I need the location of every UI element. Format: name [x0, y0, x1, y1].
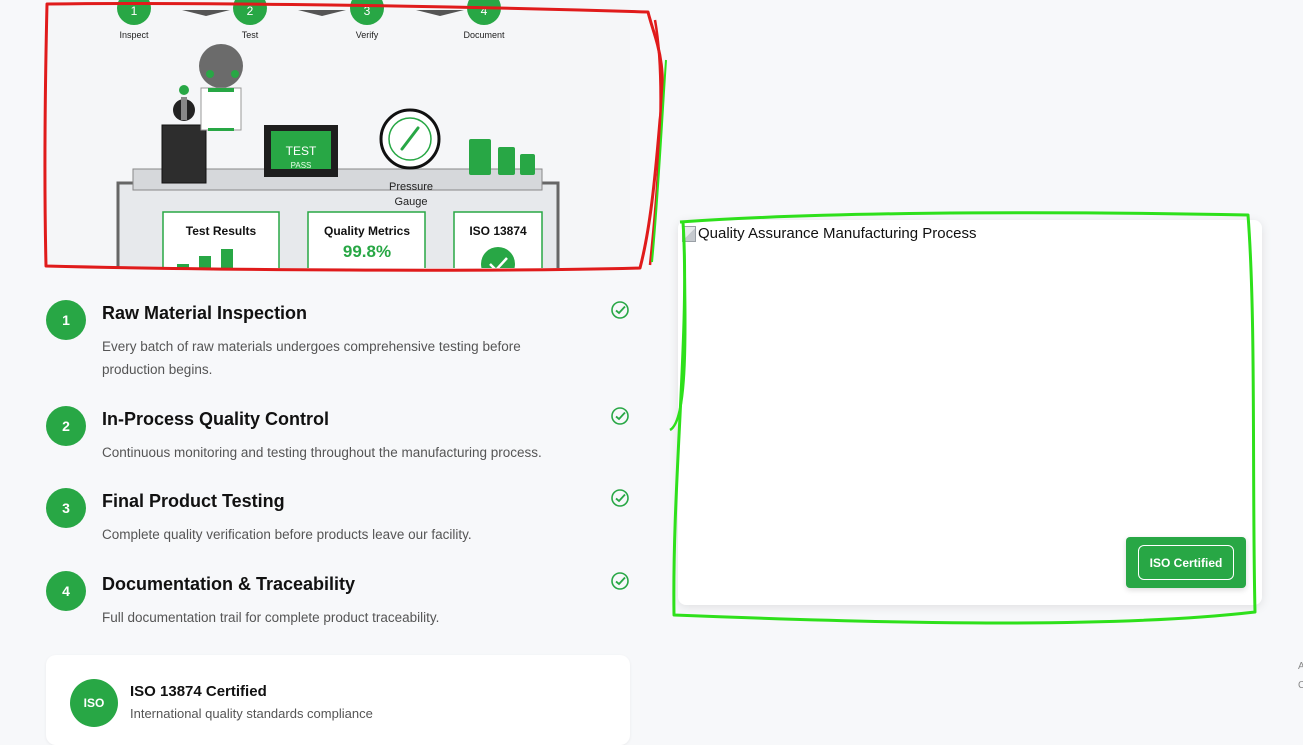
iso-panel: ISO 13874	[453, 211, 543, 268]
process-step-2: 2 Test	[233, 0, 267, 40]
process-step-4: 4 Document	[463, 0, 505, 40]
test-monitor: TEST PASS	[264, 125, 338, 177]
broken-image-icon	[682, 225, 696, 242]
svg-text:4: 4	[481, 4, 488, 18]
step-number-badge: 3	[46, 488, 86, 528]
process-image-card: Quality Assurance Manufacturing Process …	[678, 220, 1262, 605]
step-description: Every batch of raw materials undergoes c…	[102, 339, 521, 377]
check-circle-icon	[611, 489, 629, 507]
iso-badge: ISO	[70, 679, 118, 727]
step-number-badge: 2	[46, 406, 86, 446]
svg-text:Test Results: Test Results	[186, 224, 257, 238]
step-connector	[182, 10, 230, 16]
qa-illustration-svg: 1 Inspect 2 Test 3 Verify 4 Document TES…	[116, 0, 560, 268]
svg-text:Test: Test	[242, 30, 259, 40]
svg-text:Document: Document	[463, 30, 505, 40]
test-results-panel: Test Results	[162, 211, 280, 268]
technician-small-icon	[161, 85, 207, 184]
check-circle-icon	[611, 572, 629, 590]
image-alt-text: Quality Assurance Manufacturing Process	[698, 225, 977, 242]
svg-text:Gauge: Gauge	[394, 196, 427, 208]
svg-text:Verify: Verify	[356, 30, 379, 40]
sample-bars-icon	[469, 139, 535, 175]
svg-text:ISO 13874: ISO 13874	[469, 224, 527, 238]
broken-image: Quality Assurance Manufacturing Process	[682, 225, 976, 242]
svg-text:PASS: PASS	[291, 161, 312, 170]
step-description: Full documentation trail for complete pr…	[102, 610, 440, 625]
red-annotation-stroke	[648, 19, 662, 266]
process-step-1: 1 Inspect	[117, 0, 151, 40]
iso-certified-button[interactable]: ISO Certified	[1138, 545, 1234, 580]
edge-text: C	[1298, 680, 1303, 691]
iso-certified-badge: ISO Certified	[1126, 537, 1246, 588]
edge-text: A	[1298, 661, 1303, 672]
step-number-badge: 1	[46, 300, 86, 340]
step-connector	[298, 10, 346, 16]
step-title: In-Process Quality Control	[102, 409, 330, 429]
step-title: Final Product Testing	[102, 491, 285, 511]
check-circle-icon	[611, 407, 629, 425]
qa-illustration: 1 Inspect 2 Test 3 Verify 4 Document TES…	[46, 0, 630, 268]
iso-card-subtitle: International quality standards complian…	[130, 706, 373, 721]
svg-text:2: 2	[247, 4, 254, 18]
iso-certification-card: ISO ISO 13874 Certified International qu…	[46, 655, 630, 745]
svg-text:Quality Metrics: Quality Metrics	[324, 224, 410, 238]
iso-card-title: ISO 13874 Certified	[130, 683, 267, 700]
step-description: Complete quality verification before pro…	[102, 527, 472, 542]
svg-text:Inspect: Inspect	[119, 30, 149, 40]
check-circle-icon	[611, 301, 629, 319]
technician-icon	[199, 44, 243, 131]
svg-text:Pressure: Pressure	[389, 181, 433, 193]
svg-text:1: 1	[131, 4, 138, 18]
svg-text:3: 3	[364, 4, 371, 18]
svg-text:99.8%: 99.8%	[343, 242, 391, 261]
step-description: Continuous monitoring and testing throug…	[102, 445, 542, 460]
quality-metrics-panel: Quality Metrics 99.8%	[307, 211, 426, 268]
green-annotation-stroke	[651, 59, 667, 263]
process-step-3: 3 Verify	[350, 0, 384, 40]
step-title: Raw Material Inspection	[102, 303, 308, 323]
step-number-badge: 4	[46, 571, 86, 611]
step-connector	[416, 10, 464, 16]
svg-text:TEST: TEST	[286, 144, 317, 158]
step-title: Documentation & Traceability	[102, 574, 356, 594]
